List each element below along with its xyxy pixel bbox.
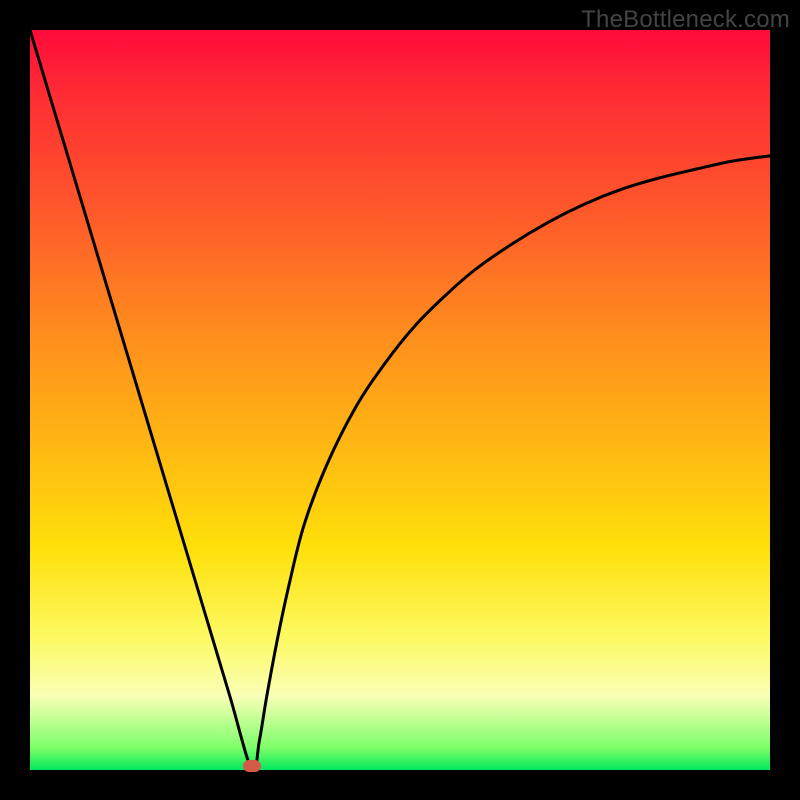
curve-minimum-marker — [243, 760, 261, 772]
curve-svg — [30, 30, 770, 770]
plot-area — [30, 30, 770, 770]
bottleneck-curve — [30, 30, 770, 770]
chart-frame: TheBottleneck.com — [0, 0, 800, 800]
